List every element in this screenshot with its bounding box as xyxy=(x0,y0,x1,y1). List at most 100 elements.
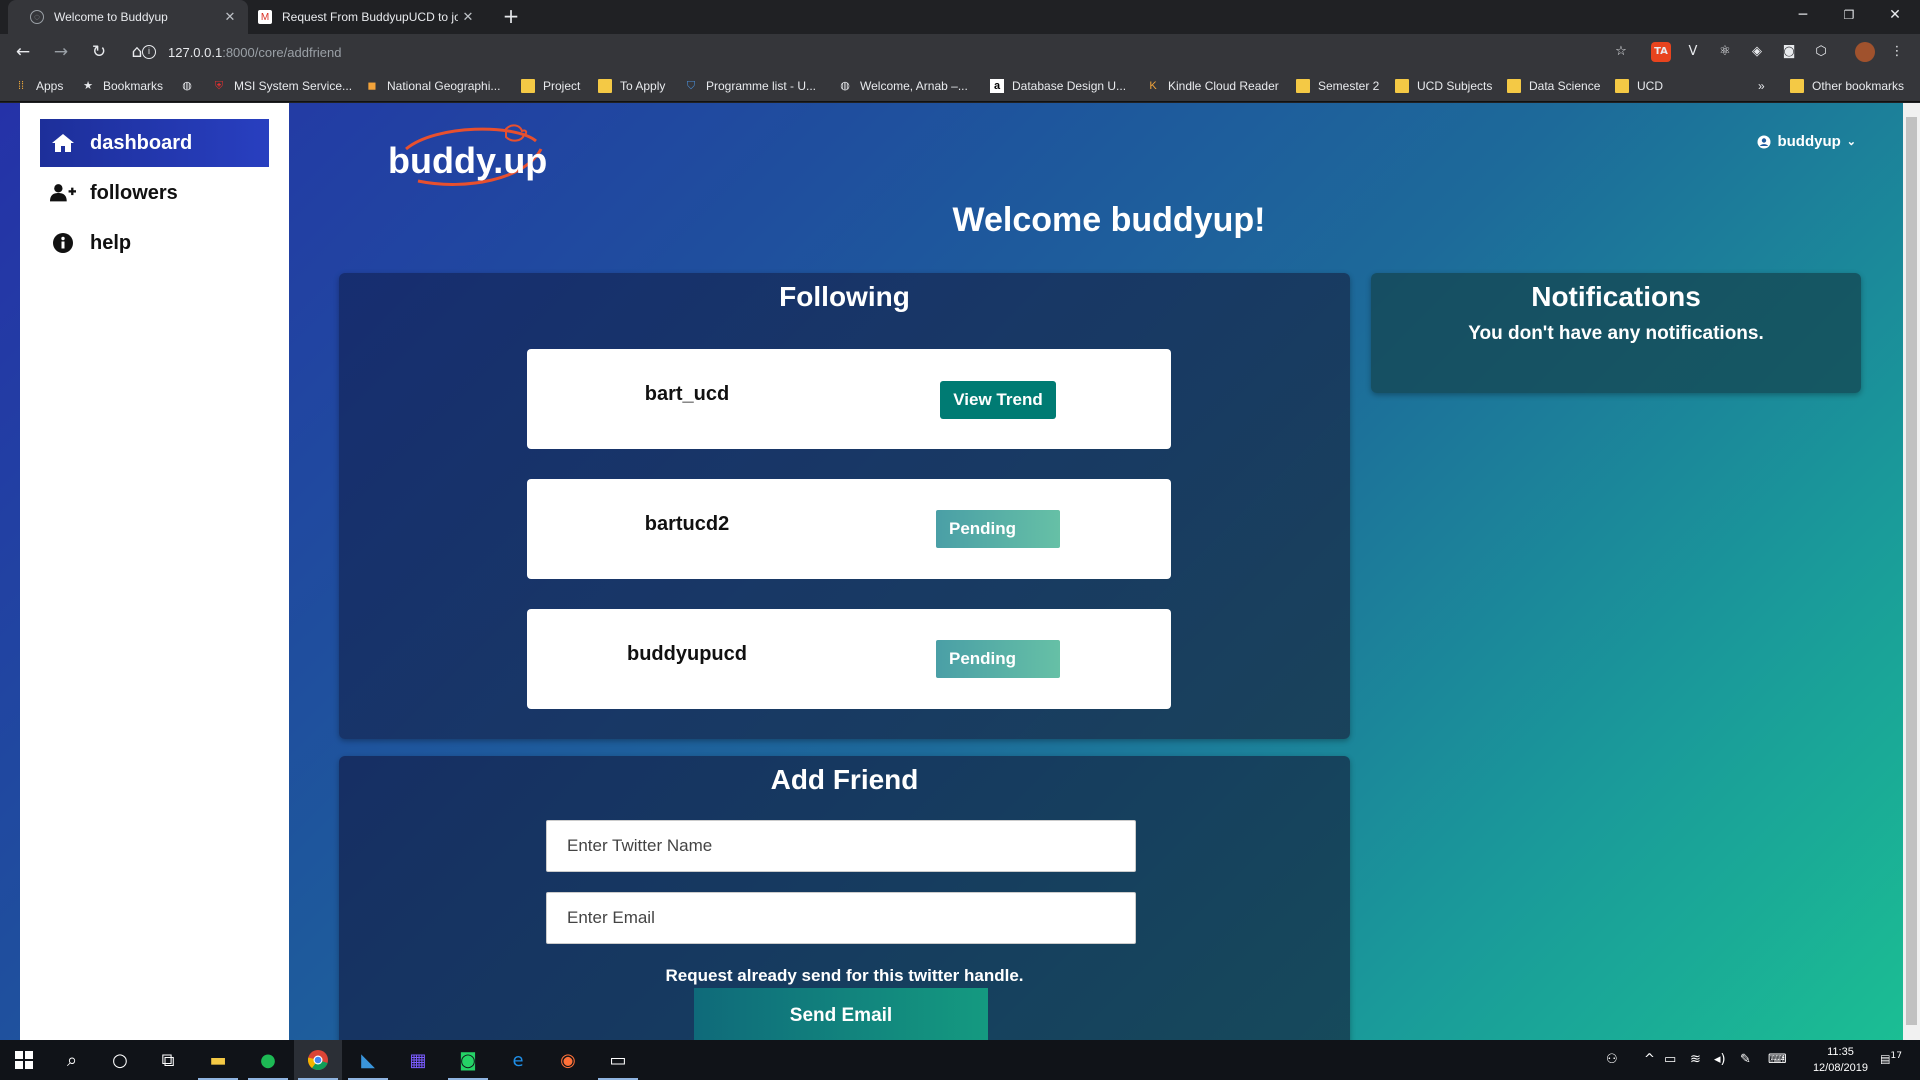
chevron-down-icon: ⌄ xyxy=(1846,136,1856,148)
pen-icon[interactable]: ✎ xyxy=(1740,1052,1751,1067)
volume-icon[interactable]: ◂) xyxy=(1714,1052,1726,1067)
following-card: bartucd2 Pending xyxy=(527,479,1171,579)
globe-icon: ◌ xyxy=(30,10,44,24)
edge-icon[interactable]: e xyxy=(494,1040,542,1080)
address-bar[interactable]: i 127.0.0.1:8000/core/addfriend xyxy=(142,40,1632,64)
folder-icon xyxy=(598,79,612,93)
bookmark-globe[interactable]: ◍ xyxy=(180,78,202,94)
bookmark-natgeo[interactable]: ◼ National Geographi... xyxy=(365,78,500,94)
sidebar-item-followers[interactable]: followers xyxy=(40,169,269,217)
bookmarks-bar: ⁞⁞ Apps ★ Bookmarks ◍ ⛨ MSI System Service.… xyxy=(0,70,1920,102)
minimize-button[interactable]: ─ xyxy=(1780,0,1826,30)
firefox-icon[interactable]: ◉ xyxy=(544,1040,592,1080)
system-clock[interactable]: 11:35 12/08/2019 xyxy=(1813,1044,1868,1076)
add-user-icon xyxy=(50,183,76,203)
chevron-up-icon[interactable]: ^ xyxy=(1644,1052,1655,1067)
bookmark-to-apply[interactable]: To Apply xyxy=(598,78,665,94)
remote-desktop-icon[interactable]: ▭ xyxy=(594,1040,642,1080)
bookmark-kindle[interactable]: K Kindle Cloud Reader xyxy=(1146,78,1278,94)
keyboard-icon[interactable]: ⌨ xyxy=(1768,1052,1787,1067)
wifi-icon[interactable]: ≋ xyxy=(1690,1052,1701,1067)
bookmark-other[interactable]: Other bookmarks xyxy=(1790,78,1904,94)
sidebar-item-dashboard[interactable]: dashboard xyxy=(40,119,269,167)
home-icon xyxy=(50,133,76,153)
action-center-icon[interactable]: ▤17 xyxy=(1880,1050,1902,1066)
extension-icon[interactable]: TA xyxy=(1651,42,1671,62)
bookmark-project[interactable]: Project xyxy=(521,78,580,94)
menu-icon[interactable]: ⋮ xyxy=(1887,42,1907,62)
bookmark-apps[interactable]: ⁞⁞ Apps xyxy=(14,78,63,94)
bookmark-programme-list[interactable]: ⛉ Programme list - U... xyxy=(684,78,816,94)
bookmark-database-design[interactable]: a Database Design U... xyxy=(990,78,1126,94)
user-circle-icon xyxy=(1757,135,1771,148)
bookmark-bookmarks[interactable]: ★ Bookmarks xyxy=(81,78,163,94)
folder-icon xyxy=(1790,79,1804,93)
amazon-music-icon[interactable]: ▦ xyxy=(394,1040,442,1080)
tab-welcome[interactable]: ◌ Welcome to Buddyup ✕ xyxy=(8,0,248,34)
pending-button[interactable]: Pending xyxy=(936,510,1060,548)
vimium-icon[interactable]: V xyxy=(1683,42,1703,62)
following-name: bartucd2 xyxy=(644,513,730,535)
tab-request[interactable]: M Request From BuddyupUCD to jo ✕ xyxy=(250,0,486,34)
camera-icon[interactable]: ◙ xyxy=(1779,42,1799,62)
back-icon[interactable]: ← xyxy=(8,37,38,67)
bookmark-data-science[interactable]: Data Science xyxy=(1507,78,1600,94)
vscode-icon[interactable]: ◣ xyxy=(344,1040,392,1080)
bookmark-ucd[interactable]: UCD xyxy=(1615,78,1663,94)
new-tab-button[interactable]: + xyxy=(499,4,523,28)
tab-title: Request From BuddyupUCD to jo xyxy=(282,10,458,24)
restore-button[interactable]: ❐ xyxy=(1826,0,1872,30)
shield-icon[interactable]: ⬡ xyxy=(1811,42,1831,62)
logo-text: buddy.up xyxy=(388,140,547,181)
notifications-message: You don't have any notifications. xyxy=(1468,323,1764,344)
bookmark-welcome[interactable]: ◍ Welcome, Arnab –... xyxy=(838,78,968,94)
sidebar-item-help[interactable]: help xyxy=(40,219,269,267)
people-icon[interactable]: ⚇ xyxy=(1606,1052,1618,1067)
bookmarks-overflow[interactable]: » xyxy=(1758,78,1765,94)
folder-icon xyxy=(1615,79,1629,93)
battery-icon[interactable]: ▭ xyxy=(1664,1052,1676,1067)
site-info-icon[interactable]: i xyxy=(142,45,156,59)
scrollbar-thumb[interactable] xyxy=(1906,117,1917,1025)
close-icon[interactable]: ✕ xyxy=(220,9,240,25)
react-devtools-icon[interactable]: ⚛ xyxy=(1715,42,1735,62)
pending-button[interactable]: Pending xyxy=(936,640,1060,678)
view-trend-button[interactable]: View Trend xyxy=(940,381,1056,419)
gmail-icon: M xyxy=(258,10,272,24)
tab-strip: ◌ Welcome to Buddyup ✕ M Request From Bu… xyxy=(0,0,1920,34)
scrollbar[interactable] xyxy=(1903,103,1920,1040)
bookmark-ucd-subjects[interactable]: UCD Subjects xyxy=(1395,78,1492,94)
twitter-name-input[interactable] xyxy=(546,820,1136,872)
bookmark-msi[interactable]: ⛨ MSI System Service... xyxy=(212,78,352,94)
folder-icon xyxy=(521,79,535,93)
bookmark-semester-2[interactable]: Semester 2 xyxy=(1296,78,1379,94)
folder-icon xyxy=(1507,79,1521,93)
info-icon xyxy=(50,233,76,253)
cortana-icon[interactable]: ○ xyxy=(96,1040,144,1080)
file-explorer-icon[interactable]: ▬ xyxy=(194,1040,242,1080)
window-close-button[interactable]: ✕ xyxy=(1872,0,1918,30)
email-input[interactable] xyxy=(546,892,1136,944)
close-icon[interactable]: ✕ xyxy=(458,9,478,25)
search-icon[interactable]: ⌕ xyxy=(48,1040,96,1080)
apps-grid-icon: ⁞⁞ xyxy=(17,80,25,92)
amazon-icon: a xyxy=(990,79,1004,93)
spotify-icon[interactable]: ● xyxy=(244,1040,292,1080)
following-name: bart_ucd xyxy=(644,383,730,405)
chrome-icon[interactable] xyxy=(294,1040,342,1080)
send-email-button[interactable]: Send Email xyxy=(694,988,988,1040)
windows-start-icon[interactable] xyxy=(0,1040,48,1080)
profile-avatar[interactable] xyxy=(1855,42,1875,62)
whatsapp-icon[interactable]: ◙ xyxy=(444,1040,492,1080)
reload-icon[interactable]: ↻ xyxy=(84,37,114,67)
following-title: Following xyxy=(779,281,910,312)
notification-count: 17 xyxy=(1890,1050,1903,1061)
forward-icon[interactable]: → xyxy=(46,37,76,67)
natgeo-icon: ◼ xyxy=(367,80,377,92)
add-friend-panel: Add Friend Request already send for this… xyxy=(339,756,1350,1040)
user-menu[interactable]: buddyup ⌄ xyxy=(1757,133,1856,150)
kindle-icon: K xyxy=(1149,80,1157,92)
bookmark-star-icon[interactable]: ☆ xyxy=(1611,42,1631,62)
task-view-icon[interactable]: ⧉ xyxy=(144,1040,192,1080)
extension-icon[interactable]: ◈ xyxy=(1747,42,1767,62)
